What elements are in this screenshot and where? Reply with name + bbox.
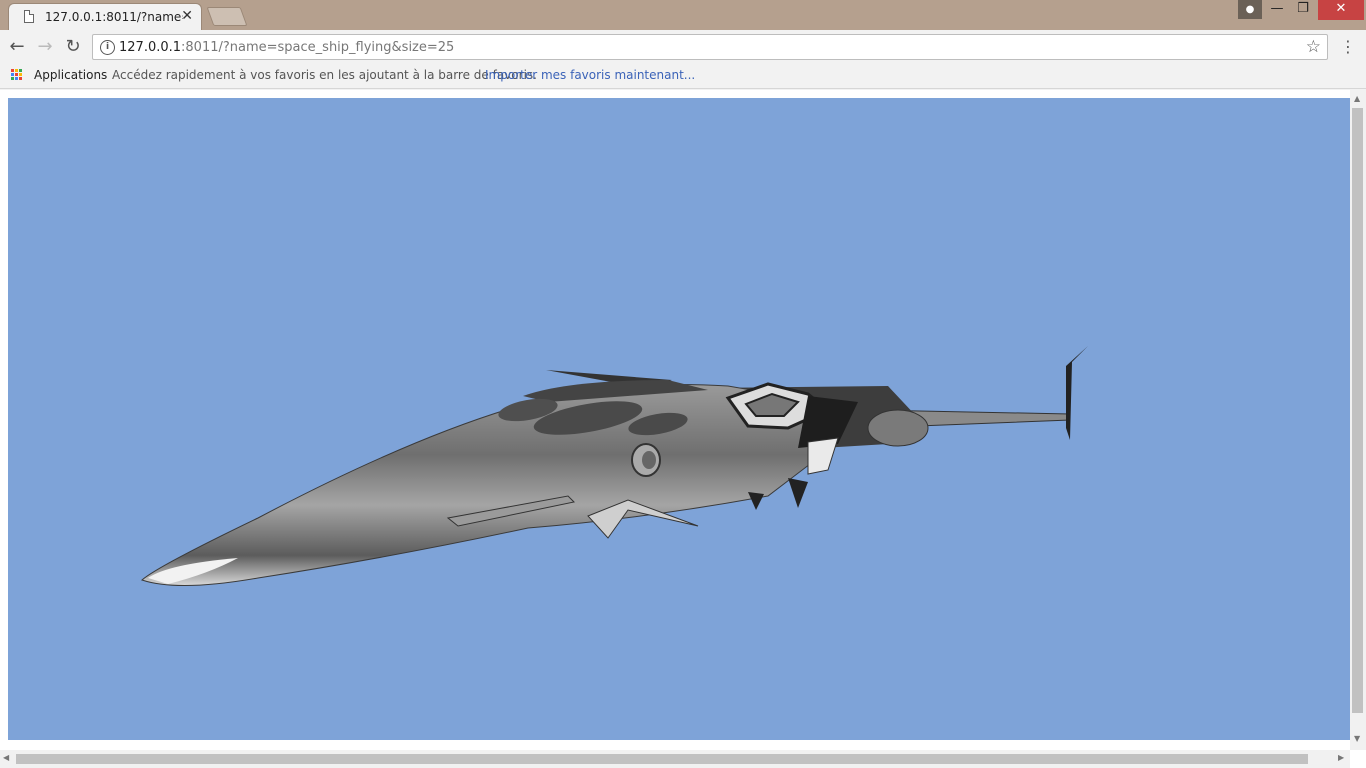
import-bookmarks-link[interactable]: Importer mes favoris maintenant...: [485, 68, 695, 82]
back-icon[interactable]: ←: [6, 36, 28, 58]
horizontal-scrollbar[interactable]: ◀ ▶: [0, 750, 1350, 768]
url-host: 127.0.0.1: [119, 40, 182, 55]
bookmarks-hint: Accédez rapidement à vos favoris en les …: [112, 68, 537, 82]
close-window-icon[interactable]: ✕: [1318, 0, 1364, 20]
page-viewport: ▲ ▼ ◀ ▶: [0, 90, 1366, 768]
scroll-left-icon[interactable]: ◀: [3, 753, 9, 762]
scroll-up-icon[interactable]: ▲: [1354, 94, 1360, 103]
page-icon: [24, 10, 34, 23]
toolbar: ← → ↻ i 127.0.0.1:8011/?name=space_ship_…: [0, 30, 1366, 64]
url-path: :8011/?name=space_ship_flying&size=25: [181, 40, 455, 55]
vertical-scroll-thumb[interactable]: [1352, 108, 1363, 713]
close-icon[interactable]: ✕: [181, 8, 193, 24]
profile-icon[interactable]: ●: [1238, 0, 1262, 19]
bookmarks-bar: Applications Accédez rapidement à vos fa…: [0, 64, 1366, 89]
address-bar[interactable]: i 127.0.0.1:8011/?name=space_ship_flying…: [92, 34, 1328, 60]
vertical-scrollbar[interactable]: ▲ ▼: [1350, 90, 1366, 750]
info-icon[interactable]: i: [100, 40, 115, 55]
maximize-icon[interactable]: ❐: [1290, 0, 1316, 20]
browser-tab[interactable]: 127.0.0.1:8011/?name=space_ship_flying&s…: [8, 3, 202, 30]
apps-bookmark[interactable]: Applications: [34, 68, 107, 82]
scroll-down-icon[interactable]: ▼: [1354, 734, 1360, 743]
star-icon[interactable]: ☆: [1306, 37, 1321, 57]
url-text[interactable]: 127.0.0.1:8011/?name=space_ship_flying&s…: [119, 40, 454, 55]
space-ship-render: [141, 346, 1088, 587]
new-tab-button[interactable]: [206, 7, 248, 26]
apps-icon[interactable]: [11, 69, 23, 81]
title-bar: 127.0.0.1:8011/?name=space_ship_flying&s…: [0, 0, 1366, 30]
3d-scene[interactable]: [8, 98, 1350, 740]
menu-icon[interactable]: ⋮: [1340, 37, 1356, 56]
minimize-icon[interactable]: —: [1264, 0, 1290, 20]
tab-title: 127.0.0.1:8011/?name=space_ship_flying&s…: [45, 10, 183, 24]
scroll-right-icon[interactable]: ▶: [1338, 753, 1344, 762]
horizontal-scroll-thumb[interactable]: [16, 754, 1308, 764]
forward-icon[interactable]: →: [34, 36, 56, 58]
reload-icon[interactable]: ↻: [62, 36, 84, 58]
